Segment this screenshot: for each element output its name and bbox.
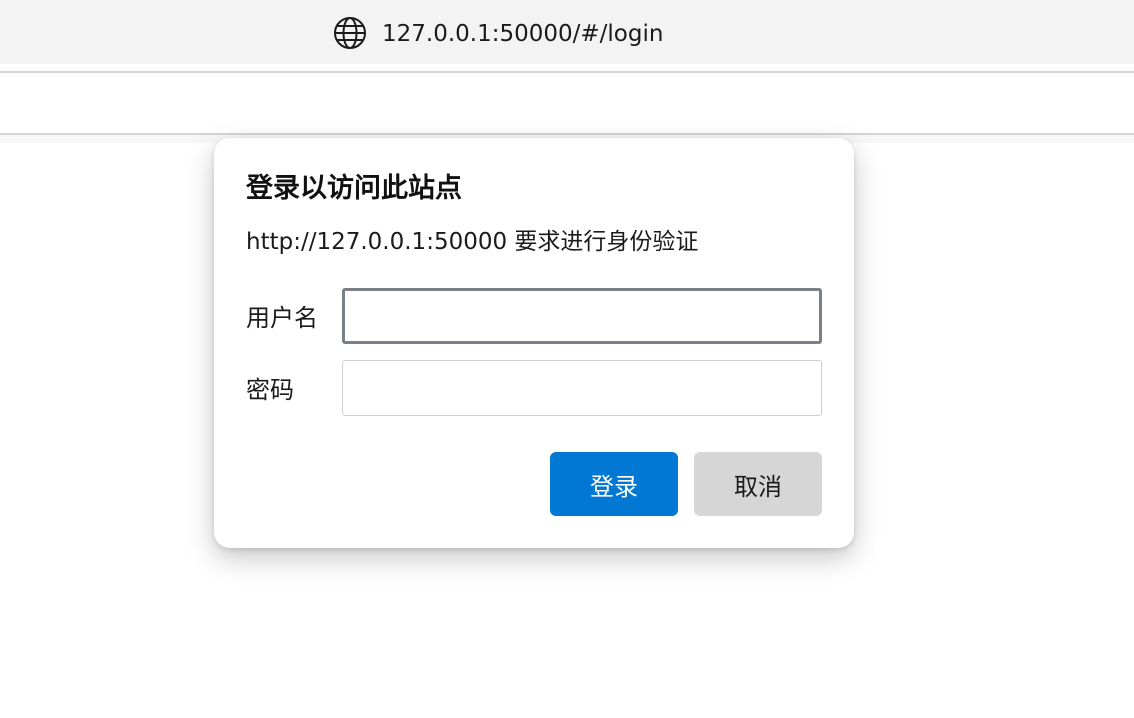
dialog-title: 登录以访问此站点 bbox=[246, 173, 462, 204]
login-button[interactable]: 登录 bbox=[550, 452, 678, 516]
cancel-button[interactable]: 取消 bbox=[694, 452, 822, 516]
url-text[interactable]: 127.0.0.1:50000/#/login bbox=[382, 18, 663, 50]
username-input[interactable] bbox=[342, 288, 822, 344]
globe-icon bbox=[334, 17, 366, 49]
address-bar: 127.0.0.1:50000/#/login bbox=[0, 0, 1134, 64]
auth-dialog: 登录以访问此站点 http://127.0.0.1:50000 要求进行身份验证… bbox=[214, 138, 854, 548]
dialog-subtitle: http://127.0.0.1:50000 要求进行身份验证 bbox=[246, 229, 699, 255]
toolbar-area bbox=[0, 73, 1134, 133]
password-label: 密码 bbox=[246, 376, 294, 404]
password-input[interactable] bbox=[342, 360, 822, 416]
username-label: 用户名 bbox=[246, 304, 318, 332]
